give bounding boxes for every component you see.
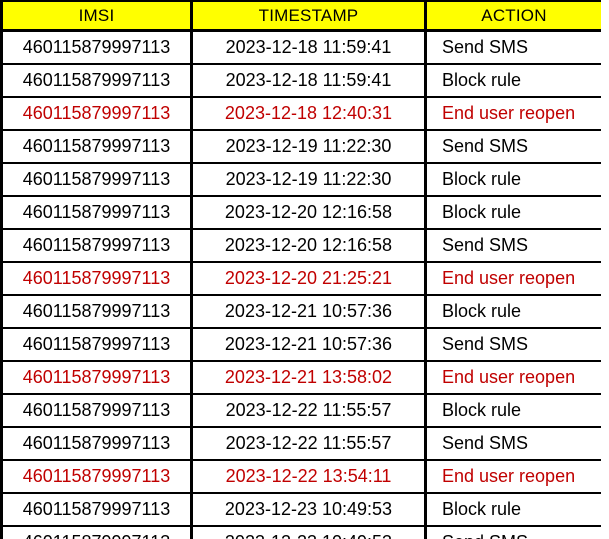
cell-timestamp: 2023-12-23 10:49:53 [191,526,427,539]
cell-action: Send SMS [425,30,601,65]
cell-action: Block rule [425,493,601,527]
table-body: 460115879997113 2023-12-18 11:59:41 Send S… [1,30,601,539]
table-header: IMSI TIMESTAMP ACTION [1,1,601,32]
cell-imsi: 460115879997113 [1,526,193,539]
cell-action: Send SMS [425,427,601,461]
column-header-imsi[interactable]: IMSI [1,1,193,32]
cell-imsi: 460115879997113 [1,394,193,428]
table-row[interactable]: 460115879997113 2023-12-20 12:16:58 Block … [1,196,601,230]
cell-timestamp: 2023-12-22 13:54:11 [191,460,427,494]
table-row[interactable]: 460115879997113 2023-12-22 13:54:11 End us… [1,460,601,494]
cell-imsi: 460115879997113 [1,229,193,263]
cell-timestamp: 2023-12-18 11:59:41 [191,30,427,65]
cell-action: End user reopen [425,262,601,296]
cell-action: Send SMS [425,130,601,164]
table-row[interactable]: 460115879997113 2023-12-21 10:57:36 Block … [1,295,601,329]
cell-imsi: 460115879997113 [1,427,193,461]
cell-action: End user reopen [425,460,601,494]
cell-imsi: 460115879997113 [1,295,193,329]
cell-imsi: 460115879997113 [1,196,193,230]
table-row[interactable]: 460115879997113 2023-12-20 21:25:21 End us… [1,262,601,296]
cell-timestamp: 2023-12-19 11:22:30 [191,130,427,164]
cell-action: Send SMS [425,526,601,539]
table-row[interactable]: 460115879997113 2023-12-21 10:57:36 Send S… [1,328,601,362]
table-row[interactable]: 460115879997113 2023-12-21 13:58:02 End us… [1,361,601,395]
cell-imsi: 460115879997113 [1,262,193,296]
table-row[interactable]: 460115879997113 2023-12-22 11:55:57 Send S… [1,427,601,461]
cell-imsi: 460115879997113 [1,97,193,131]
cell-timestamp: 2023-12-21 13:58:02 [191,361,427,395]
cell-timestamp: 2023-12-18 11:59:41 [191,64,427,98]
table-row[interactable]: 460115879997113 2023-12-20 12:16:58 Send S… [1,229,601,263]
cell-timestamp: 2023-12-23 10:49:53 [191,493,427,527]
event-log-table: IMSI TIMESTAMP ACTION 460115879997113 202… [0,0,601,539]
cell-action: Block rule [425,163,601,197]
table-row[interactable]: 460115879997113 2023-12-23 10:49:53 Block … [1,493,601,527]
cell-imsi: 460115879997113 [1,163,193,197]
cell-timestamp: 2023-12-21 10:57:36 [191,295,427,329]
cell-timestamp: 2023-12-19 11:22:30 [191,163,427,197]
cell-timestamp: 2023-12-22 11:55:57 [191,427,427,461]
cell-timestamp: 2023-12-20 12:16:58 [191,196,427,230]
cell-imsi: 460115879997113 [1,328,193,362]
column-header-timestamp[interactable]: TIMESTAMP [191,1,427,32]
cell-action: Send SMS [425,229,601,263]
table-row[interactable]: 460115879997113 2023-12-19 11:22:30 Block … [1,163,601,197]
cell-action: Block rule [425,295,601,329]
cell-action: Send SMS [425,328,601,362]
table-row[interactable]: 460115879997113 2023-12-18 12:40:31 End us… [1,97,601,131]
table-row[interactable]: 4601158799971132023-12-23 10:49:53Send S… [1,526,601,539]
table-row[interactable]: 460115879997113 2023-12-18 11:59:41 Send S… [1,30,601,65]
cell-imsi: 460115879997113 [1,64,193,98]
column-header-action[interactable]: ACTION [425,1,601,32]
cell-imsi: 460115879997113 [1,30,193,65]
cell-timestamp: 2023-12-18 12:40:31 [191,97,427,131]
cell-timestamp: 2023-12-20 12:16:58 [191,229,427,263]
cell-timestamp: 2023-12-20 21:25:21 [191,262,427,296]
cell-imsi: 460115879997113 [1,130,193,164]
cell-imsi: 460115879997113 [1,361,193,395]
table-row[interactable]: 460115879997113 2023-12-19 11:22:30 Send S… [1,130,601,164]
cell-action: Block rule [425,196,601,230]
cell-imsi: 460115879997113 [1,493,193,527]
cell-imsi: 460115879997113 [1,460,193,494]
table-row[interactable]: 460115879997113 2023-12-22 11:55:57 Block … [1,394,601,428]
table-row[interactable]: 460115879997113 2023-12-18 11:59:41 Block … [1,64,601,98]
table-header-row: IMSI TIMESTAMP ACTION [1,1,601,32]
cell-timestamp: 2023-12-22 11:55:57 [191,394,427,428]
cell-action: Block rule [425,64,601,98]
cell-timestamp: 2023-12-21 10:57:36 [191,328,427,362]
cell-action: Block rule [425,394,601,428]
cell-action: End user reopen [425,97,601,131]
cell-action: End user reopen [425,361,601,395]
log-table-container: IMSI TIMESTAMP ACTION 460115879997113 202… [0,0,601,539]
